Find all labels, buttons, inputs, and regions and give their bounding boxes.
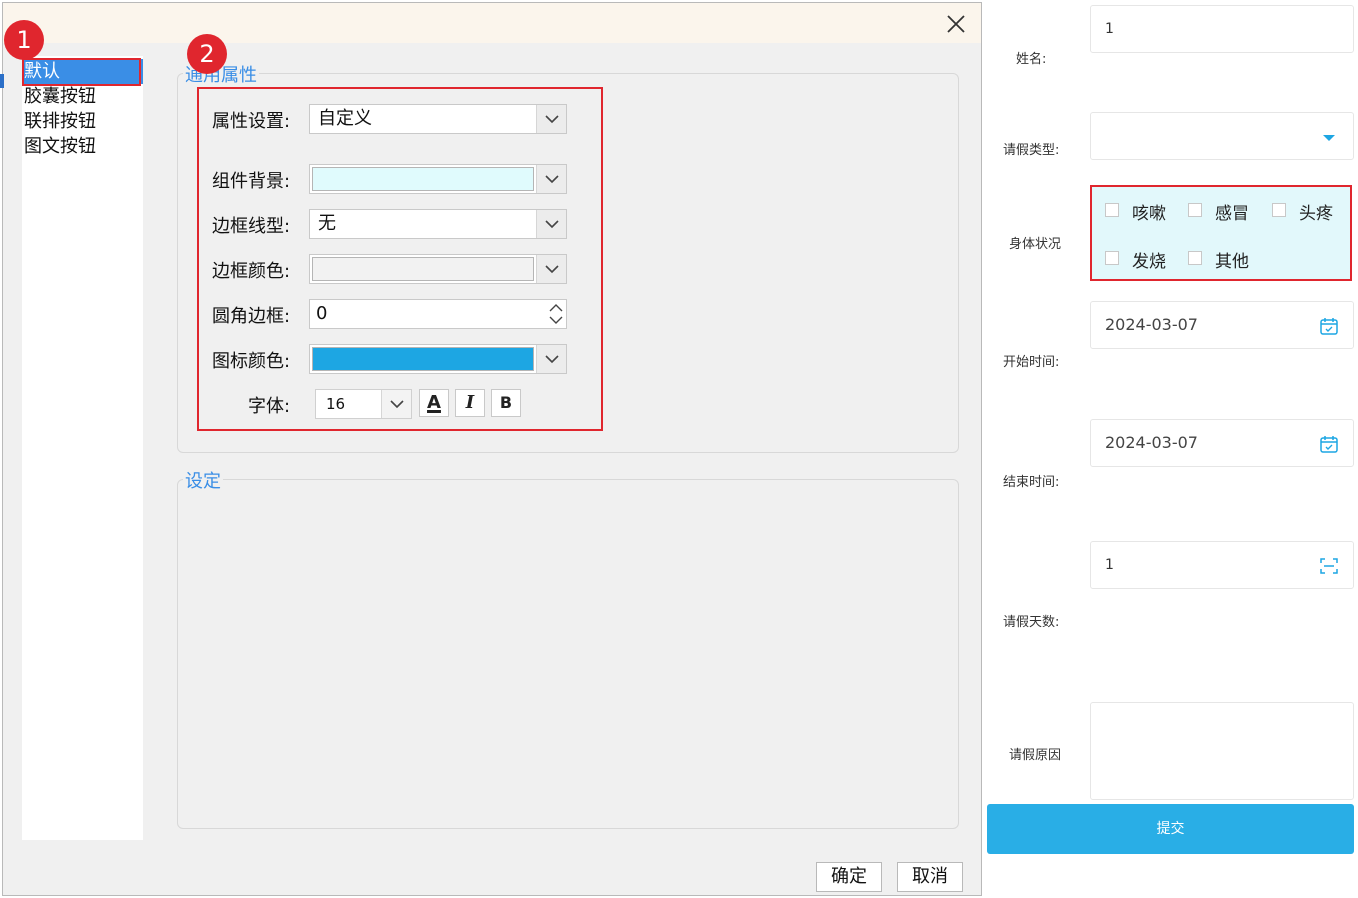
nav-item-row-button[interactable]: 联排按钮 <box>22 109 143 134</box>
leave-days-input[interactable]: 1 <box>1090 541 1354 589</box>
nav-item-default[interactable]: 默认 <box>22 59 143 84</box>
border-color-swatch <box>312 257 534 281</box>
name-input[interactable]: 1 <box>1090 5 1354 53</box>
nav-item-image-text-button[interactable]: 图文按钮 <box>22 134 143 159</box>
border-style-label: 边框线型: <box>212 216 291 237</box>
icon-color-swatch <box>312 347 534 371</box>
property-setting-select[interactable]: 自定义 <box>309 104 567 134</box>
property-setting-value: 自定义 <box>318 108 372 129</box>
bold-button[interactable]: B <box>491 389 521 417</box>
reason-label: 请假原因 <box>1009 748 1062 763</box>
start-time-label: 开始时间: <box>1003 355 1060 370</box>
checkbox-other[interactable] <box>1188 251 1202 265</box>
corner-radius-value: 0 <box>316 303 328 324</box>
dialog-title-bar <box>3 3 981 43</box>
option-headache-label: 头疼 <box>1299 204 1333 224</box>
ok-button[interactable]: 确定 <box>816 862 882 892</box>
property-setting-label: 属性设置: <box>212 111 291 132</box>
checkbox-headache[interactable] <box>1272 203 1286 217</box>
icon-color-picker[interactable] <box>309 344 567 374</box>
background-label: 组件背景: <box>212 171 291 192</box>
border-style-value: 无 <box>318 213 336 234</box>
step-badge-2: 2 <box>187 34 227 74</box>
calendar-icon[interactable] <box>1319 434 1339 454</box>
corner-radius-label: 圆角边框: <box>212 306 291 327</box>
border-color-picker[interactable] <box>309 254 567 284</box>
font-size-value: 16 <box>326 395 346 413</box>
background-color-swatch <box>312 167 534 191</box>
italic-button[interactable]: I <box>455 389 485 417</box>
chevron-down-icon[interactable] <box>536 345 566 373</box>
start-time-input[interactable]: 2024-03-07 <box>1090 301 1354 349</box>
window-edge-marker <box>0 74 4 88</box>
icon-color-label: 图标颜色: <box>212 351 291 372</box>
chevron-down-icon[interactable] <box>381 390 411 418</box>
option-cold-label: 感冒 <box>1215 204 1249 224</box>
font-color-button[interactable]: A <box>419 389 449 417</box>
leave-type-label: 请假类型: <box>1003 143 1060 158</box>
leave-days-value: 1 <box>1105 557 1114 573</box>
font-size-select[interactable]: 16 <box>315 389 412 419</box>
chevron-down-icon[interactable] <box>536 255 566 283</box>
end-time-input[interactable]: 2024-03-07 <box>1090 419 1354 467</box>
leave-days-label: 请假天数: <box>1003 615 1060 630</box>
scan-icon[interactable] <box>1319 556 1339 576</box>
font-label: 字体: <box>248 396 291 417</box>
caret-down-icon[interactable] <box>1319 127 1339 147</box>
checkbox-fever[interactable] <box>1105 251 1119 265</box>
close-icon[interactable] <box>943 11 969 37</box>
end-time-label: 结束时间: <box>1003 475 1060 490</box>
option-fever-label: 发烧 <box>1132 252 1166 272</box>
general-properties-group <box>177 73 959 453</box>
submit-button[interactable]: 提交 <box>987 804 1354 854</box>
name-label: 姓名: <box>1016 52 1047 67</box>
leave-type-select[interactable] <box>1090 112 1354 160</box>
border-color-label: 边框颜色: <box>212 261 291 282</box>
option-other-label: 其他 <box>1215 252 1249 272</box>
step-badge-1: 1 <box>4 20 44 60</box>
checkbox-cough[interactable] <box>1105 203 1119 217</box>
option-cough-label: 咳嗽 <box>1132 204 1166 224</box>
border-style-select[interactable]: 无 <box>309 209 567 239</box>
cancel-button[interactable]: 取消 <box>897 862 963 892</box>
calendar-icon[interactable] <box>1319 316 1339 336</box>
chevron-down-icon[interactable] <box>536 105 566 133</box>
start-time-value: 2024-03-07 <box>1105 315 1198 334</box>
checkbox-cold[interactable] <box>1188 203 1202 217</box>
reason-textarea[interactable] <box>1090 702 1354 800</box>
stepper-arrows-icon[interactable] <box>546 300 566 328</box>
chevron-down-icon[interactable] <box>536 165 566 193</box>
settings-group <box>177 479 959 829</box>
nav-item-capsule-button[interactable]: 胶囊按钮 <box>22 84 143 109</box>
chevron-down-icon[interactable] <box>536 210 566 238</box>
name-value: 1 <box>1105 21 1114 37</box>
settings-title: 设定 <box>183 467 223 493</box>
background-color-picker[interactable] <box>309 164 567 194</box>
corner-radius-stepper[interactable]: 0 <box>309 299 567 329</box>
health-label: 身体状况 <box>1009 237 1062 252</box>
end-time-value: 2024-03-07 <box>1105 433 1198 452</box>
style-nav-list: 默认 胶囊按钮 联排按钮 图文按钮 <box>22 56 143 840</box>
